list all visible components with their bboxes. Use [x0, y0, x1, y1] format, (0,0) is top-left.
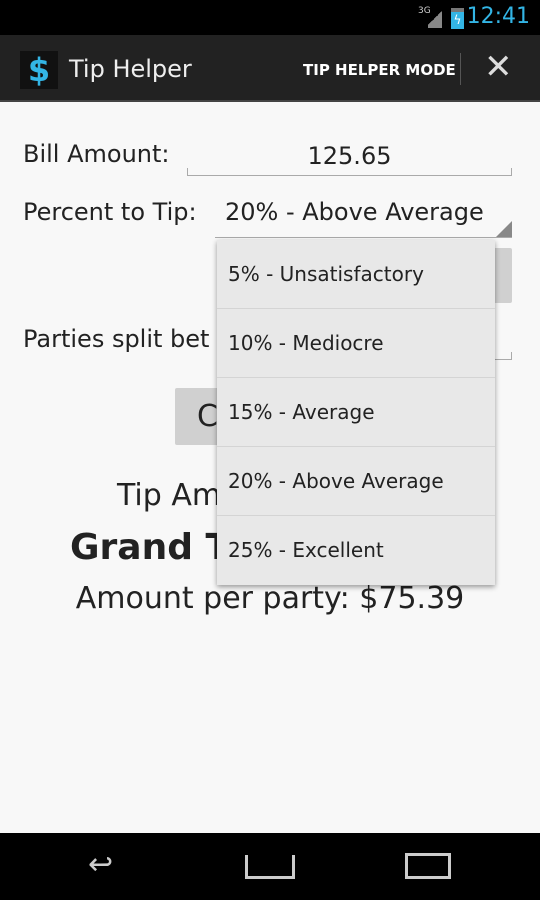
parties-label: Parties split bet: [23, 325, 210, 353]
back-icon[interactable]: ↩: [88, 847, 113, 882]
signal-icon: [428, 8, 442, 28]
percent-dropdown-list: 5% - Unsatisfactory 10% - Mediocre 15% -…: [217, 240, 495, 585]
status-bar: 3G ϟ 12:41: [0, 0, 540, 35]
input-underline: [187, 168, 512, 176]
calculate-button-label: C: [197, 399, 218, 434]
home-icon[interactable]: [245, 855, 295, 879]
recent-apps-icon[interactable]: [405, 853, 451, 879]
bill-amount-input[interactable]: 125.65: [187, 138, 512, 178]
dropdown-option[interactable]: 20% - Above Average: [217, 447, 495, 516]
spinner-triangle-icon: [496, 221, 512, 237]
action-bar: $ Tip Helper TIP HELPER MODE ✕: [0, 35, 540, 102]
navigation-bar: ↩: [0, 833, 540, 900]
dropdown-option[interactable]: 10% - Mediocre: [217, 309, 495, 378]
bill-amount-label: Bill Amount:: [23, 140, 170, 168]
dropdown-option[interactable]: 15% - Average: [217, 378, 495, 447]
app-logo-dollar-icon: $: [20, 51, 58, 89]
percent-spinner[interactable]: 20% - Above Average: [215, 196, 512, 238]
divider: [460, 53, 461, 85]
clock: 12:41: [466, 4, 530, 29]
tip-amount-text: Tip Am: [117, 478, 222, 513]
amount-per-party: Amount per party: $75.39: [75, 581, 465, 616]
bill-amount-value: 125.65: [307, 142, 392, 170]
grand-total-text: Grand T: [70, 527, 231, 568]
percent-label: Percent to Tip:: [23, 198, 197, 226]
app-title: Tip Helper: [69, 55, 192, 83]
dropdown-option[interactable]: 25% - Excellent: [217, 516, 495, 585]
close-icon[interactable]: ✕: [484, 47, 513, 87]
tip-helper-mode-button[interactable]: TIP HELPER MODE: [303, 61, 456, 79]
dropdown-option[interactable]: 5% - Unsatisfactory: [217, 240, 495, 309]
battery-charging-icon: ϟ: [451, 8, 464, 29]
percent-selected: 20% - Above Average: [225, 198, 484, 226]
